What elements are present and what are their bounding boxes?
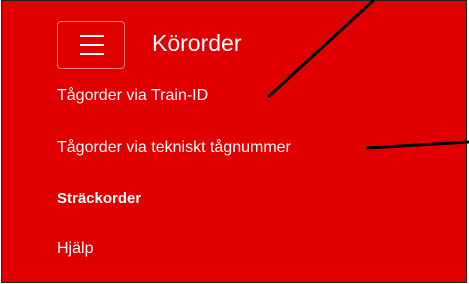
- navigation-menu: Körorder Tågorder via Train-ID Tågorder …: [1, 0, 467, 283]
- hamburger-bar: [80, 53, 104, 55]
- menu-item-train-id[interactable]: Tågorder via Train-ID: [57, 85, 208, 107]
- menu-item-section-order[interactable]: Sträckorder: [57, 188, 141, 210]
- screenshot-frame: Körorder Tågorder via Train-ID Tågorder …: [0, 0, 469, 284]
- menu-item-technical-train-number[interactable]: Tågorder via tekniskt tågnummer: [57, 137, 291, 159]
- hamburger-menu-icon[interactable]: [57, 21, 125, 69]
- app-title: Körorder: [152, 30, 242, 56]
- hamburger-bar: [80, 44, 104, 46]
- menu-item-help[interactable]: Hjälp: [57, 238, 93, 260]
- hamburger-bar: [80, 35, 104, 37]
